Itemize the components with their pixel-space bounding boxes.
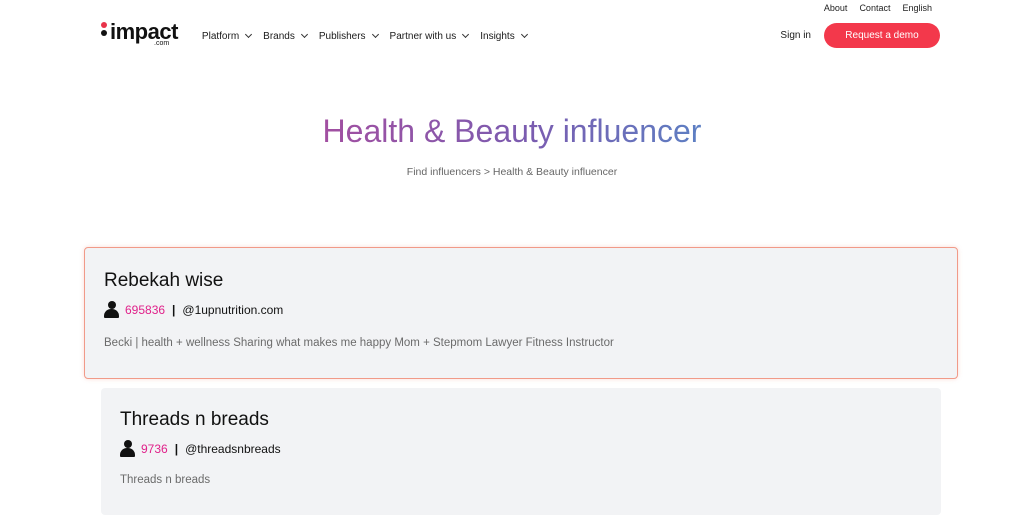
nav-publishers[interactable]: Publishers <box>318 30 379 42</box>
nav-brands[interactable]: Brands <box>263 30 308 42</box>
person-icon <box>104 301 119 318</box>
nav-label: Insights <box>480 30 515 42</box>
influencer-meta: 695836 | @1upnutrition.com <box>104 301 283 318</box>
nav-label: Platform <box>201 30 240 42</box>
nav-insights[interactable]: Insights <box>480 30 528 42</box>
chevron-down-icon <box>245 30 253 39</box>
influencer-description: Becki | health + wellness Sharing what m… <box>104 337 614 349</box>
logo-subtext: .com <box>154 40 170 47</box>
nav-label: Publishers <box>318 30 366 42</box>
logo-mark-icon <box>100 22 110 44</box>
chevron-down-icon <box>371 30 379 39</box>
main-header: impact .com Platform Brands Publishers P… <box>100 20 940 50</box>
impact-logo[interactable]: impact .com <box>100 21 178 49</box>
influencer-handle: @threadsnbreads <box>185 441 281 456</box>
chevron-down-icon <box>520 30 528 39</box>
meta-separator: | <box>174 441 179 456</box>
influencer-meta: 9736 | @threadsnbreads <box>120 440 281 457</box>
nav-label: Partner with us <box>389 30 457 42</box>
influencer-card[interactable]: Rebekah wise 695836 | @1upnutrition.com … <box>84 247 958 379</box>
chevron-down-icon <box>300 30 308 39</box>
utility-bar: About Contact English <box>824 3 932 13</box>
follower-count: 695836 <box>125 302 166 317</box>
nav-platform[interactable]: Platform <box>201 30 253 42</box>
nav-partner-with-us[interactable]: Partner with us <box>389 30 470 42</box>
follower-count: 9736 <box>141 441 168 456</box>
influencer-handle: @1upnutrition.com <box>182 302 284 317</box>
chevron-down-icon <box>462 30 470 39</box>
nav-label: Brands <box>263 30 295 42</box>
about-link[interactable]: About <box>824 3 848 13</box>
influencer-name: Rebekah wise <box>104 270 224 291</box>
meta-separator: | <box>172 302 176 317</box>
person-icon <box>120 440 135 457</box>
language-selector[interactable]: English <box>902 3 932 13</box>
request-demo-button[interactable]: Request a demo <box>824 22 940 48</box>
influencer-name: Threads n breads <box>120 409 269 430</box>
page-title: Health & Beauty influencer <box>322 113 702 149</box>
sign-in-link[interactable]: Sign in <box>780 30 811 41</box>
header-actions: Sign in Request a demo <box>780 22 940 48</box>
influencer-description: Threads n breads <box>120 474 211 486</box>
breadcrumb: Find influencers > Health & Beauty influ… <box>406 166 618 178</box>
contact-link[interactable]: Contact <box>859 3 890 13</box>
primary-nav: Platform Brands Publishers Partner with … <box>201 30 528 42</box>
influencer-card[interactable]: Threads n breads 9736 | @threadsnbreads … <box>101 388 941 515</box>
